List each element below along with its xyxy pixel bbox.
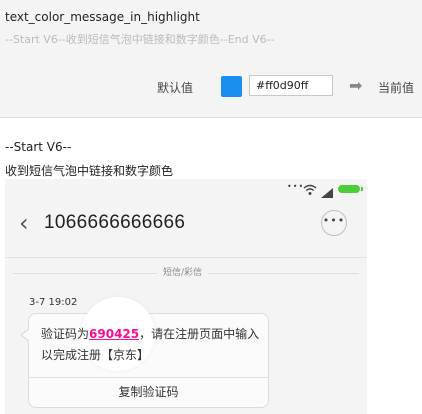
message-text: 验证码为690425，请在注册页面中输入以完成注册【京东】 <box>41 324 261 366</box>
preview-section-description: 收到短信气泡中链接和数字颜色 <box>5 164 174 178</box>
battery-icon <box>338 185 363 193</box>
default-value-label: 默认值 <box>157 81 194 95</box>
more-options-button[interactable]: ••• <box>321 210 347 236</box>
message-prefix: 验证码为 <box>41 327 90 341</box>
status-dots: ••• <box>287 182 305 191</box>
color-value-row: 默认值 ➡ 当前值 <box>0 74 422 98</box>
arrow-right-icon: ➡ <box>349 76 363 95</box>
bubble-divider <box>29 377 268 378</box>
verification-code-link[interactable]: 690425 <box>89 327 139 341</box>
preview-section-tag: --Start V6-- <box>5 140 72 154</box>
phone-preview: ••• ‹ 1066666666666 ••• 短信/彩信 3-7 19:02 … <box>5 179 367 414</box>
section-divider <box>0 117 422 118</box>
setting-panel: text_color_message_in_highlight --Start … <box>0 0 422 117</box>
contact-number: 1066666666666 <box>44 212 186 233</box>
status-bar: ••• <box>5 179 367 199</box>
back-chevron-icon[interactable]: ‹ <box>19 209 29 237</box>
setting-key-name: text_color_message_in_highlight <box>5 10 200 24</box>
color-value-input[interactable] <box>249 75 333 96</box>
conversation-header: ‹ 1066666666666 ••• <box>5 199 367 255</box>
header-divider <box>5 257 367 258</box>
color-swatch[interactable] <box>221 76 242 97</box>
copy-code-button[interactable]: 复制验证码 <box>29 381 268 405</box>
setting-description: --Start V6--收到短信气泡中链接和数字颜色--End V6-- <box>5 33 275 46</box>
sms-type-label: 短信/彩信 <box>157 265 209 278</box>
message-timestamp: 3-7 19:02 <box>29 297 78 308</box>
wifi-icon <box>303 181 317 200</box>
current-value-label: 当前值 <box>378 81 415 95</box>
